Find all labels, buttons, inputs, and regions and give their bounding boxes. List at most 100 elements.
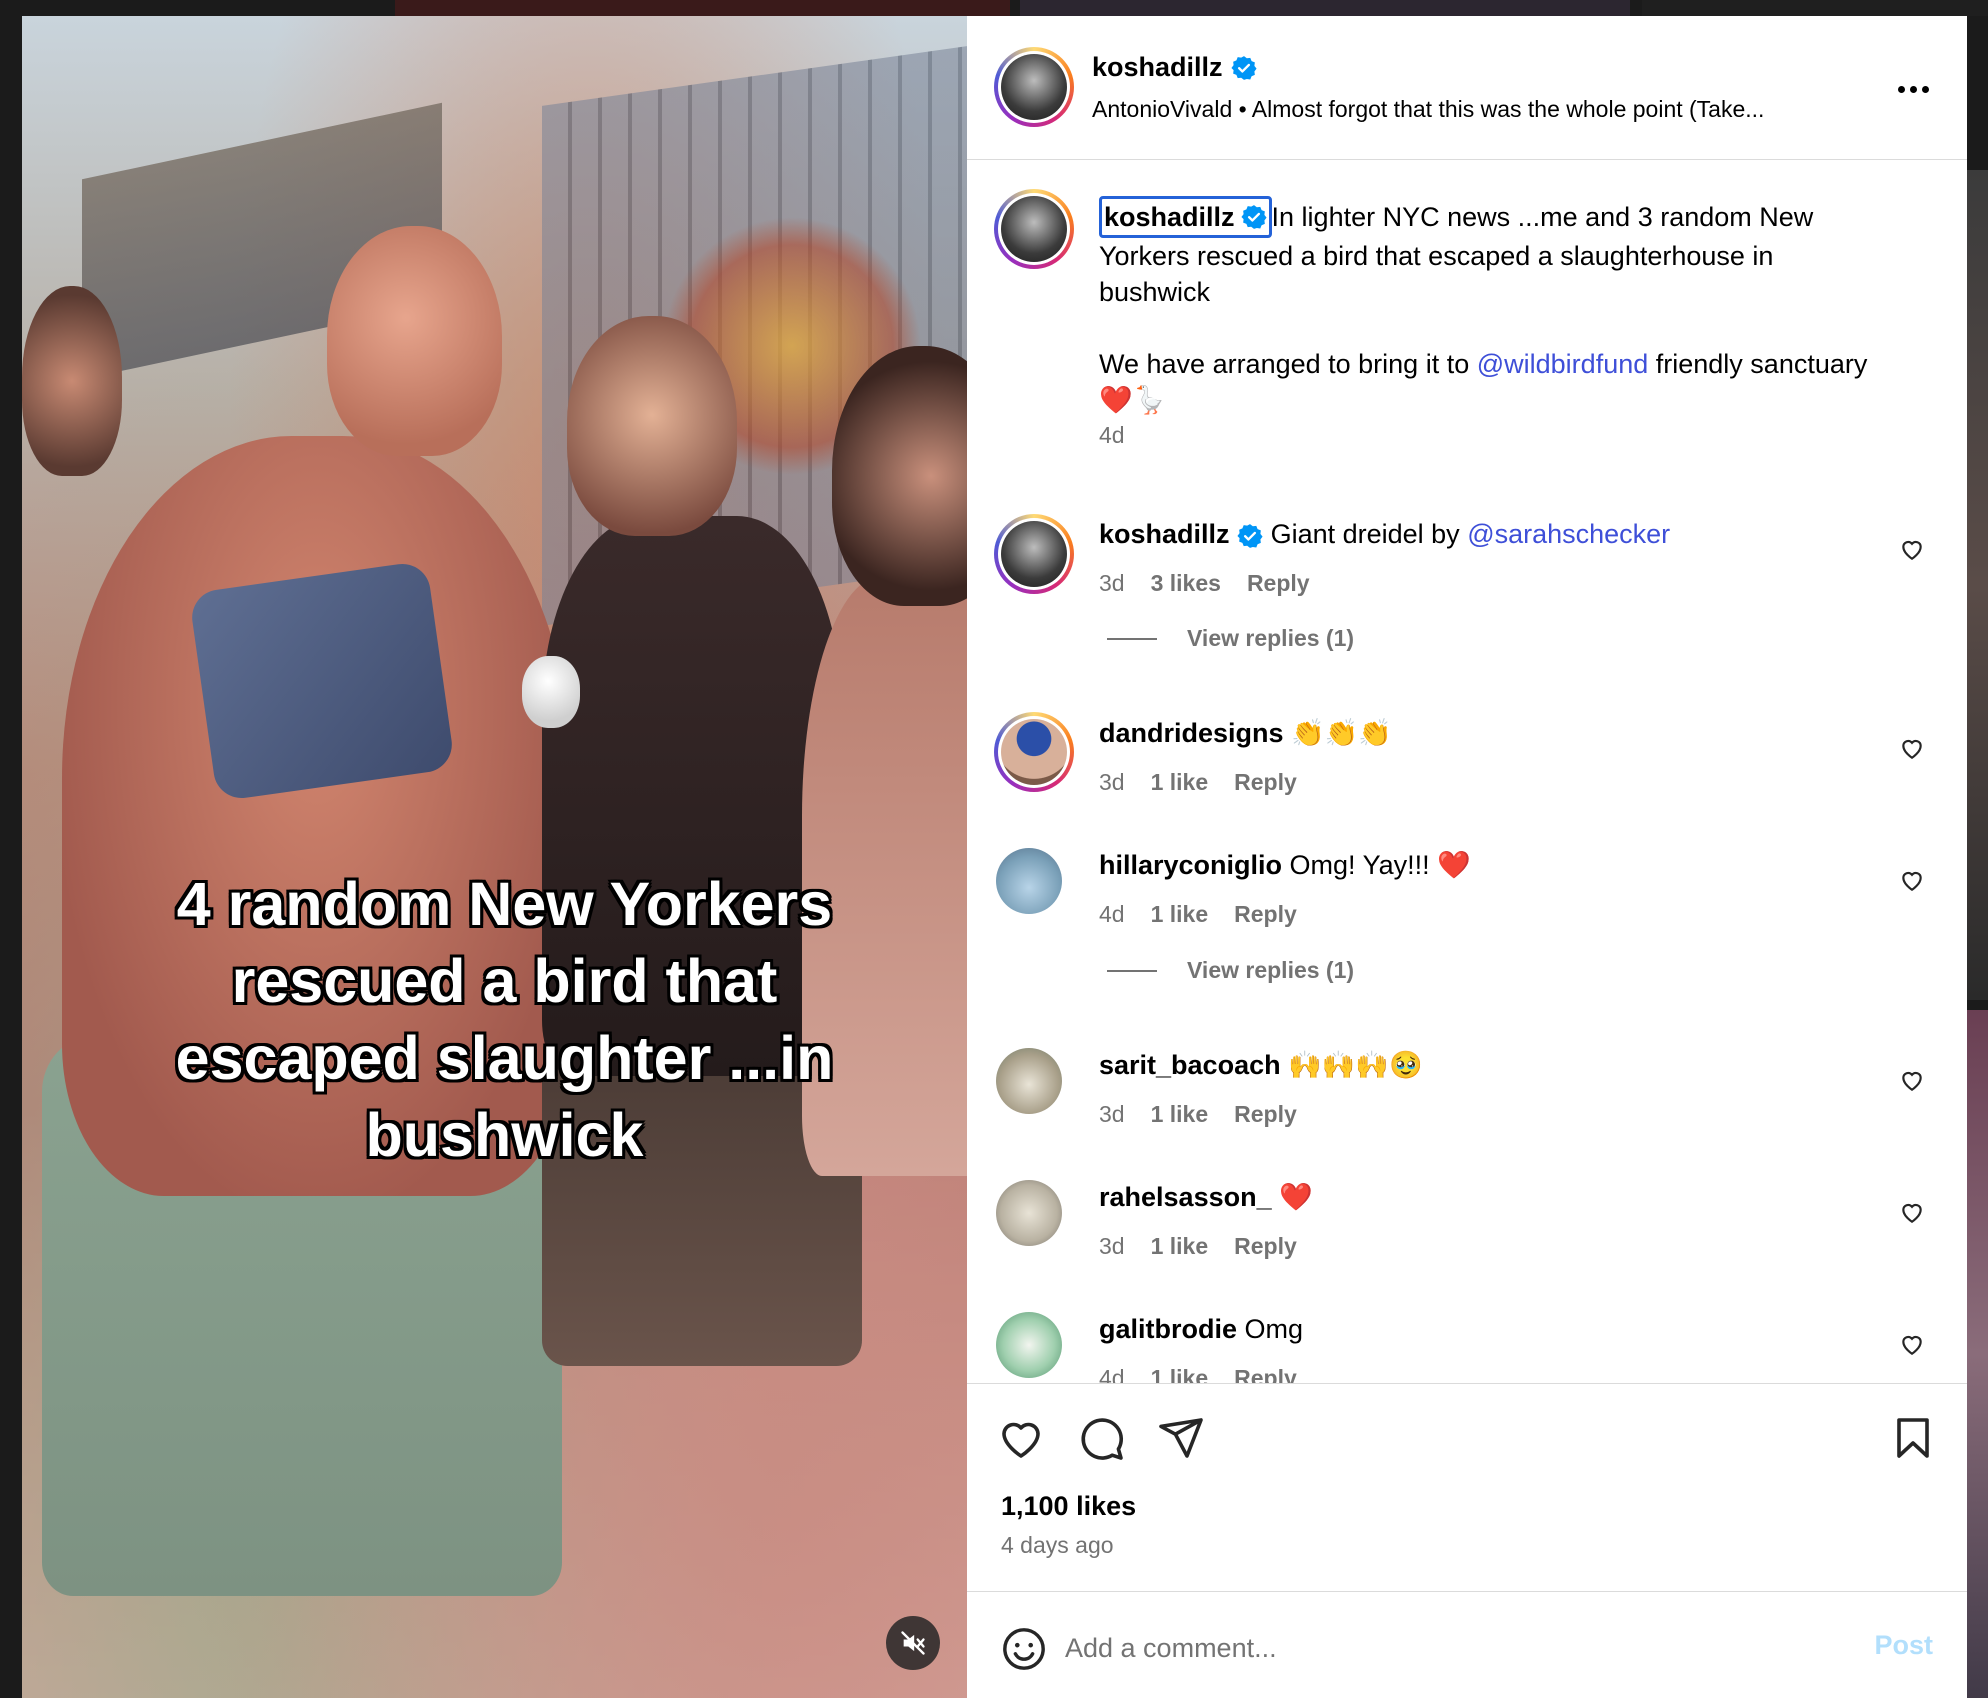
caption-username-focused[interactable]: koshadillz bbox=[1099, 196, 1272, 238]
comment-meta: 3d 1 like Reply bbox=[1099, 1101, 1297, 1128]
comment-body: 👏👏👏 bbox=[1291, 718, 1392, 748]
comment-text: hillaryconiglio Omg! Yay!!! ❤️ bbox=[1099, 847, 1879, 883]
comment-text: galitbrodie Omg bbox=[1099, 1311, 1879, 1347]
caption-username[interactable]: koshadillz bbox=[1104, 199, 1235, 235]
comment-likes[interactable]: 1 like bbox=[1151, 901, 1209, 928]
post-caption: koshadillz In lighter NYC news ...me and… bbox=[1099, 196, 1879, 418]
background-thumbnail bbox=[1020, 0, 1630, 16]
commenter-avatar[interactable] bbox=[994, 712, 1074, 792]
commenter-username[interactable]: dandridesigns bbox=[1099, 718, 1284, 748]
mute-button[interactable] bbox=[886, 1616, 940, 1670]
caption-time[interactable]: 4d bbox=[1099, 422, 1125, 449]
reply-button[interactable]: Reply bbox=[1234, 901, 1297, 928]
view-replies-button[interactable]: View replies (1) bbox=[1107, 625, 1354, 652]
commenter-username[interactable]: hillaryconiglio bbox=[1099, 850, 1282, 880]
comment-meta: 4d 1 like Reply bbox=[1099, 901, 1297, 928]
view-replies-label[interactable]: View replies (1) bbox=[1187, 625, 1354, 652]
commenter-username[interactable]: rahelsasson_ bbox=[1099, 1182, 1272, 1212]
background-thumbnail bbox=[1967, 170, 1988, 1000]
video-bird bbox=[522, 656, 580, 728]
comment-like-heart-icon[interactable] bbox=[1899, 867, 1925, 893]
author-username-text[interactable]: koshadillz bbox=[1092, 52, 1223, 83]
comment-like-heart-icon[interactable] bbox=[1899, 536, 1925, 562]
commenter-username[interactable]: koshadillz bbox=[1099, 519, 1230, 549]
comment-time[interactable]: 4d bbox=[1099, 901, 1125, 928]
comment-body: Giant dreidel by bbox=[1270, 519, 1460, 549]
speaker-muted-icon bbox=[901, 1631, 925, 1655]
share-send-icon[interactable] bbox=[1157, 1414, 1205, 1462]
comment-time[interactable]: 4d bbox=[1099, 1365, 1125, 1383]
background-thumbnail bbox=[1642, 0, 1988, 16]
post-header: koshadillz AntonioVivald • Almost forgot… bbox=[967, 16, 1967, 160]
comment-input[interactable] bbox=[1063, 1622, 1767, 1674]
commenter-avatar[interactable] bbox=[994, 514, 1074, 594]
post-video[interactable]: 4 random New Yorkers rescued a bird that… bbox=[22, 16, 967, 1698]
view-replies-button[interactable]: View replies (1) bbox=[1107, 957, 1354, 984]
commenter-avatar[interactable] bbox=[996, 848, 1062, 914]
more-dot bbox=[1922, 86, 1929, 93]
comment-time[interactable]: 3d bbox=[1099, 1101, 1125, 1128]
bookmark-icon[interactable] bbox=[1889, 1414, 1937, 1462]
caption-line: rescued a bird that bbox=[231, 947, 778, 1015]
emoji-smiley-icon[interactable] bbox=[1001, 1626, 1047, 1672]
replies-line bbox=[1107, 969, 1157, 972]
video-person bbox=[22, 286, 122, 476]
comment-meta: 3d 1 like Reply bbox=[1099, 1233, 1297, 1260]
reply-button[interactable]: Reply bbox=[1247, 570, 1310, 597]
comment-bubble-icon[interactable] bbox=[1077, 1414, 1125, 1462]
comment-body: Omg bbox=[1244, 1314, 1304, 1344]
more-dot bbox=[1910, 86, 1917, 93]
comment-text: dandridesigns 👏👏👏 bbox=[1099, 715, 1879, 751]
caption-author-avatar[interactable] bbox=[994, 189, 1074, 269]
post-modal: 4 random New Yorkers rescued a bird that… bbox=[22, 16, 1967, 1698]
comment-likes[interactable]: 1 like bbox=[1151, 1233, 1209, 1260]
comment-likes[interactable]: 1 like bbox=[1151, 769, 1209, 796]
verified-badge-icon bbox=[1240, 205, 1267, 229]
reply-button[interactable]: Reply bbox=[1234, 1233, 1297, 1260]
reply-button[interactable]: Reply bbox=[1234, 1101, 1297, 1128]
author-username[interactable]: koshadillz bbox=[1092, 52, 1257, 83]
comment-like-heart-icon[interactable] bbox=[1899, 1199, 1925, 1225]
reply-button[interactable]: Reply bbox=[1234, 769, 1297, 796]
like-heart-icon[interactable] bbox=[997, 1414, 1045, 1462]
commenter-username[interactable]: sarit_bacoach bbox=[1099, 1050, 1281, 1080]
comment-likes[interactable]: 1 like bbox=[1151, 1101, 1209, 1128]
more-options-button[interactable] bbox=[1898, 86, 1929, 93]
commenter-avatar[interactable] bbox=[996, 1180, 1062, 1246]
comment-text: koshadillz Giant dreidel by @sarahscheck… bbox=[1099, 516, 1879, 552]
post-time[interactable]: 4 days ago bbox=[1001, 1532, 1114, 1559]
more-dot bbox=[1898, 86, 1905, 93]
commenter-avatar[interactable] bbox=[996, 1048, 1062, 1114]
comment-like-heart-icon[interactable] bbox=[1899, 1067, 1925, 1093]
comment-like-heart-icon[interactable] bbox=[1899, 1331, 1925, 1357]
comment-like-heart-icon[interactable] bbox=[1899, 735, 1925, 761]
caption-line: 4 random New Yorkers bbox=[176, 870, 833, 938]
video-caption: 4 random New Yorkers rescued a bird that… bbox=[82, 866, 927, 1174]
comment-text: rahelsasson_ ❤️ bbox=[1099, 1179, 1879, 1215]
reply-button[interactable]: Reply bbox=[1234, 1365, 1297, 1383]
comment-time[interactable]: 3d bbox=[1099, 1233, 1125, 1260]
comment-likes[interactable]: 1 like bbox=[1151, 1365, 1209, 1383]
video-person bbox=[567, 316, 737, 536]
add-comment-bar: Post bbox=[967, 1591, 1967, 1698]
comment-body: Omg! Yay!!! ❤️ bbox=[1289, 850, 1471, 880]
post-comment-button[interactable]: Post bbox=[1874, 1630, 1933, 1661]
comment-time[interactable]: 3d bbox=[1099, 570, 1125, 597]
view-replies-label[interactable]: View replies (1) bbox=[1187, 957, 1354, 984]
post-actions: 1,100 likes 4 days ago bbox=[967, 1383, 1967, 1591]
comment-likes[interactable]: 3 likes bbox=[1151, 570, 1221, 597]
likes-count[interactable]: 1,100 likes bbox=[1001, 1491, 1136, 1522]
replies-line bbox=[1107, 637, 1157, 640]
comment-meta: 3d 1 like Reply bbox=[1099, 769, 1297, 796]
video-person bbox=[327, 226, 502, 456]
audio-attribution[interactable]: AntonioVivald • Almost forgot that this … bbox=[1092, 96, 1852, 123]
caption-line: escaped slaughter ...in bbox=[175, 1024, 834, 1092]
author-avatar[interactable] bbox=[994, 47, 1074, 127]
comment-time[interactable]: 3d bbox=[1099, 769, 1125, 796]
comments-list[interactable]: koshadillz In lighter NYC news ...me and… bbox=[967, 160, 1967, 1383]
mention-link[interactable]: @sarahschecker bbox=[1467, 519, 1670, 549]
commenter-avatar[interactable] bbox=[996, 1312, 1062, 1378]
commenter-username[interactable]: galitbrodie bbox=[1099, 1314, 1237, 1344]
mention-link[interactable]: @wildbirdfund bbox=[1477, 349, 1649, 379]
comment-text: sarit_bacoach 🙌🙌🙌🥹 bbox=[1099, 1047, 1879, 1083]
